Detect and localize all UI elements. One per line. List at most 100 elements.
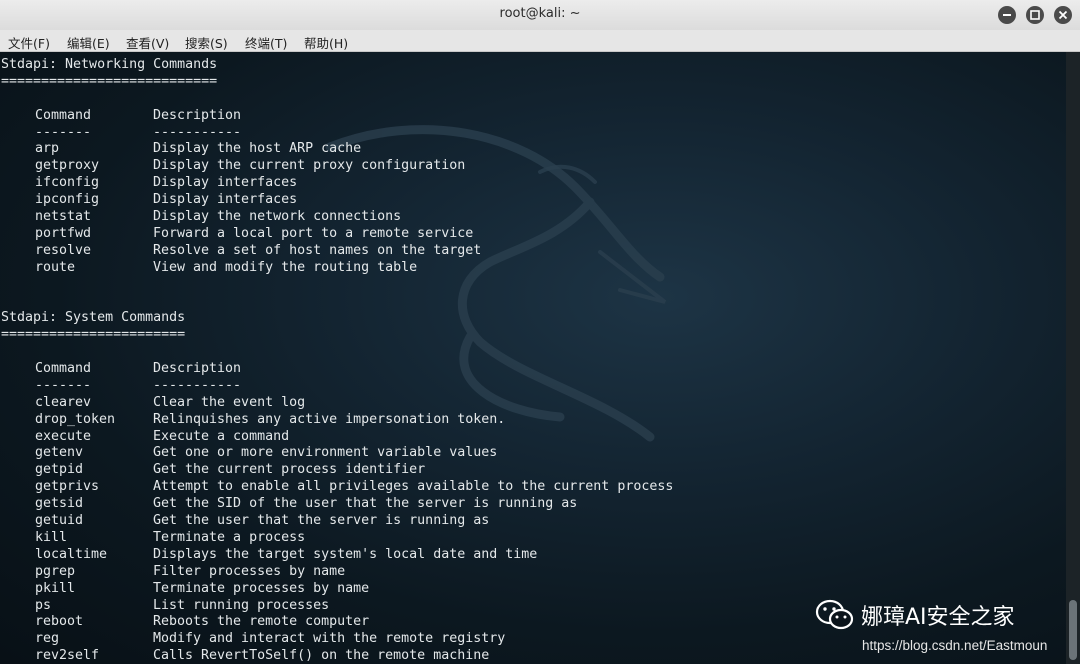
command-name: resolve — [35, 242, 92, 258]
command-row: reboot Reboots the remote computer — [1, 614, 673, 631]
maximize-button[interactable] — [1026, 6, 1044, 24]
maximize-icon — [1030, 10, 1040, 20]
command-description: List running processes — [153, 597, 330, 613]
window-controls — [998, 6, 1072, 24]
command-row: localtime Displays the target system's lo… — [1, 547, 673, 564]
command-name: ifconfig — [35, 175, 100, 191]
command-row: arp Display the host ARP cache — [1, 141, 673, 158]
command-row: execute Execute a command — [1, 429, 673, 446]
command-description: Display the host ARP cache — [153, 141, 362, 157]
command-name: drop_token — [35, 411, 116, 427]
column-header-description: Description — [153, 107, 242, 123]
command-row: ifconfig Display interfaces — [1, 175, 673, 192]
column-header-description: Description — [153, 361, 242, 377]
close-button[interactable] — [1054, 6, 1072, 24]
command-row: getuid Get the user that the server is ru… — [1, 513, 673, 530]
column-header-command: Command — [35, 361, 92, 377]
command-description: Display interfaces — [153, 192, 298, 208]
command-description: Modify and interact with the remote regi… — [153, 631, 506, 647]
command-name: netstat — [35, 209, 92, 225]
command-name: route — [35, 259, 76, 275]
command-name: pkill — [35, 580, 76, 596]
command-description: Execute a command — [153, 428, 290, 444]
command-description: Calls RevertToSelf() on the remote machi… — [153, 648, 490, 664]
command-row: resolve Resolve a set of host names on th… — [1, 243, 673, 260]
menu-file[interactable]: 文件(F) — [8, 33, 50, 52]
command-row: pgrep Filter processes by name — [1, 564, 673, 581]
menu-edit[interactable]: 编辑(E) — [67, 33, 110, 52]
command-description: Terminate processes by name — [153, 580, 370, 596]
command-row: ps List running processes — [1, 598, 673, 615]
close-icon — [1058, 10, 1068, 20]
command-description: Resolve a set of host names on the targe… — [153, 242, 482, 258]
command-description: Terminate a process — [153, 529, 306, 545]
command-name: localtime — [35, 546, 108, 562]
command-description: Get the user that the server is running … — [153, 513, 490, 529]
menu-help[interactable]: 帮助(H) — [304, 33, 348, 52]
watermark-url: https://blog.csdn.net/Eastmoun — [862, 638, 1048, 653]
command-name: ps — [35, 597, 52, 613]
column-rule-description: ----------- — [153, 124, 242, 140]
command-row: reg Modify and interact with the remote r… — [1, 631, 673, 648]
menu-view[interactable]: 查看(V) — [126, 33, 169, 52]
menu-search[interactable]: 搜索(S) — [185, 33, 228, 52]
command-name: clearev — [35, 394, 92, 410]
command-name: reboot — [35, 614, 84, 630]
command-name: getproxy — [35, 158, 100, 174]
section-heading: Stdapi: System Commands — [1, 310, 186, 326]
command-description: Attempt to enable all privileges availab… — [153, 479, 674, 495]
column-header-command: Command — [35, 107, 92, 123]
minimize-button[interactable] — [998, 6, 1016, 24]
command-row: getprivs Attempt to enable all privileges… — [1, 479, 673, 496]
terminal-output[interactable]: Stdapi: Networking Commands ============… — [0, 52, 1066, 664]
command-row: rev2self Calls RevertToSelf() on the remo… — [1, 648, 673, 664]
command-name: portfwd — [35, 225, 92, 241]
column-rule-command: ------- — [35, 377, 92, 393]
terminal-text: Stdapi: Networking Commands ============… — [1, 57, 673, 664]
watermark-text: 娜璋AI安全之家 — [861, 605, 1015, 630]
section-underline: ======================= — [1, 327, 186, 343]
command-row: ipconfig Display interfaces — [1, 192, 673, 209]
command-description: Get the SID of the user that the server … — [153, 496, 578, 512]
column-rule-command: ------- — [35, 124, 92, 140]
command-description: Display the current proxy configuration — [153, 158, 466, 174]
section-underline: =========================== — [1, 73, 218, 89]
command-row: getenv Get one or more environment variab… — [1, 445, 673, 462]
watermark: 娜璋AI安全之家 — [815, 598, 1015, 632]
command-description: Reboots the remote computer — [153, 614, 370, 630]
command-name: getsid — [35, 496, 84, 512]
command-row: drop_token Relinquishes any active impers… — [1, 412, 673, 429]
command-row: getpid Get the current process identifier — [1, 462, 673, 479]
command-description: Display the network connections — [153, 209, 402, 225]
command-description: Get the current process identifier — [153, 462, 426, 478]
command-description: View and modify the routing table — [153, 259, 418, 275]
command-name: reg — [35, 631, 60, 647]
scrollbar-thumb[interactable] — [1069, 600, 1077, 660]
command-row: route View and modify the routing table — [1, 260, 673, 277]
wechat-icon — [815, 599, 854, 630]
section-heading: Stdapi: Networking Commands — [1, 57, 218, 72]
window-title: root@kali: ~ — [499, 6, 581, 21]
menu-terminal[interactable]: 终端(T) — [245, 33, 287, 52]
vertical-scrollbar[interactable] — [1066, 52, 1080, 664]
command-name: getpid — [35, 462, 84, 478]
command-name: pgrep — [35, 563, 76, 579]
minimize-icon — [1003, 14, 1011, 16]
command-name: rev2self — [35, 648, 100, 664]
command-name: kill — [35, 529, 68, 545]
command-row: getproxy Display the current proxy config… — [1, 158, 673, 175]
command-description: Displays the target system's local date … — [153, 546, 538, 562]
command-row: kill Terminate a process — [1, 530, 673, 547]
column-rule-description: ----------- — [153, 377, 242, 393]
command-description: Clear the event log — [153, 394, 306, 410]
command-description: Forward a local port to a remote service — [153, 225, 474, 241]
command-name: getuid — [35, 513, 84, 529]
command-row: clearev Clear the event log — [1, 395, 673, 412]
command-name: execute — [35, 428, 92, 444]
title-bar: root@kali: ~ — [0, 0, 1080, 30]
command-name: getenv — [35, 445, 84, 461]
command-name: arp — [35, 141, 60, 157]
command-name: getprivs — [35, 479, 100, 495]
command-row: netstat Display the network connections — [1, 209, 673, 226]
command-description: Relinquishes any active impersonation to… — [153, 411, 506, 427]
